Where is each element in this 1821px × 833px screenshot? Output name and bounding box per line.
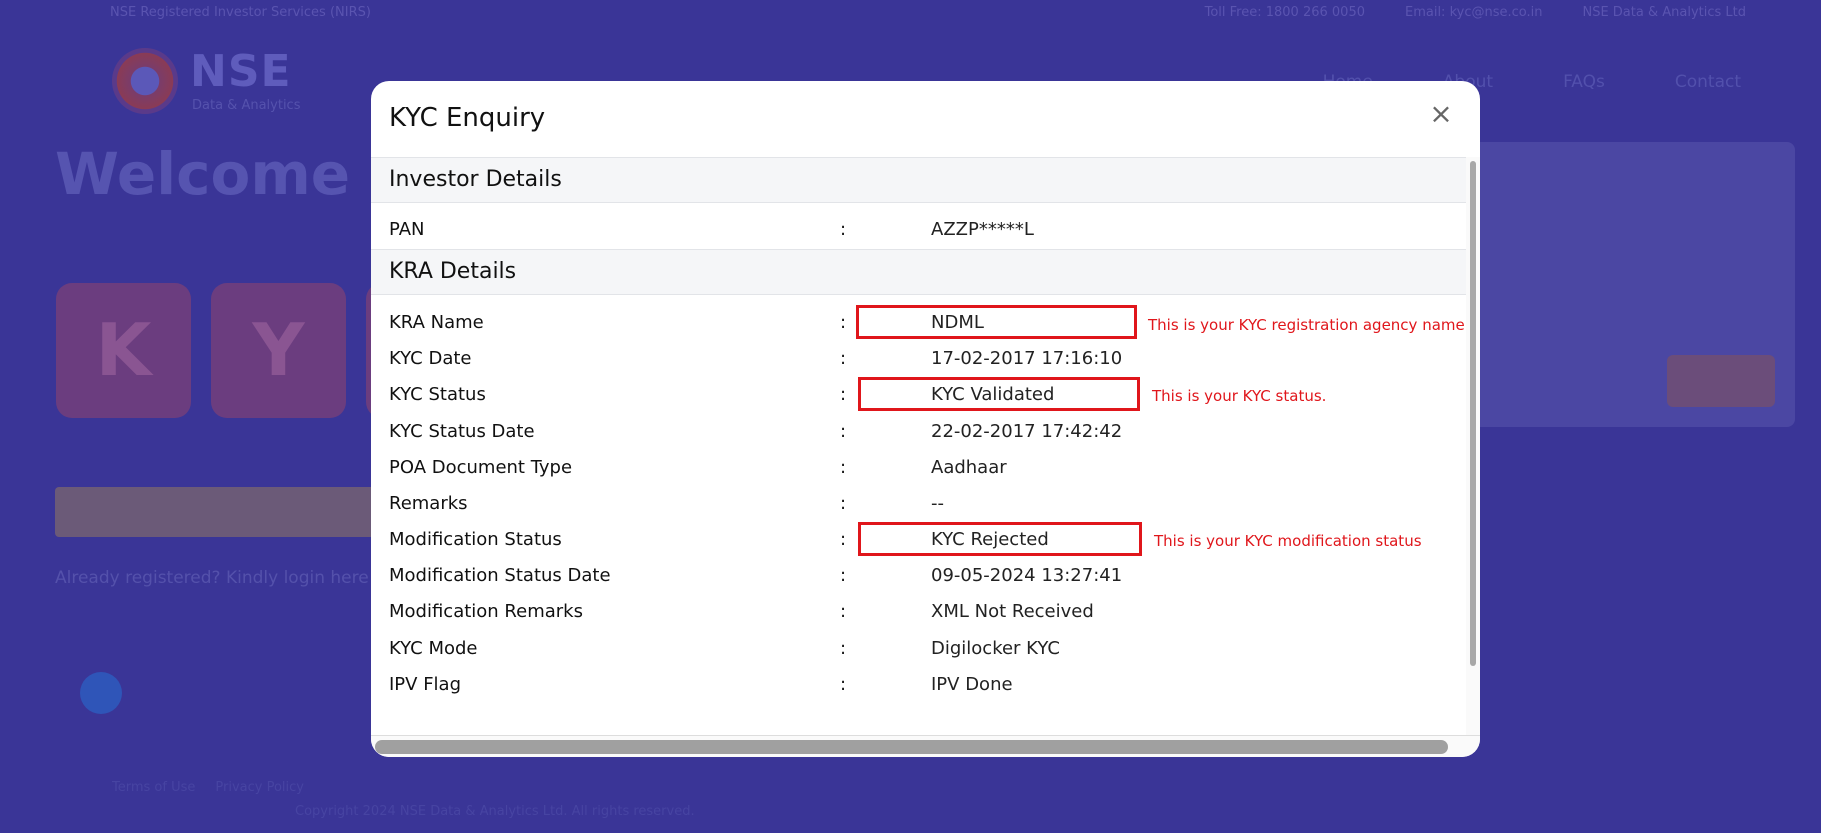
detail-row-modification-remarks: Modification Remarks : XML Not Received [371, 597, 1466, 627]
section-kra-details: KRA Details [371, 249, 1466, 295]
modal-header: KYC Enquiry × [371, 81, 1480, 157]
detail-label: IPV Flag [389, 674, 462, 695]
top-bar-item: Toll Free: 1800 266 0050 [1204, 5, 1365, 20]
footer-link-terms: Terms of Use [112, 780, 196, 795]
detail-separator: : [840, 674, 847, 695]
detail-row-kyc-status-date: KYC Status Date : 22-02-2017 17:42:42 [371, 417, 1466, 447]
search-button [1667, 355, 1775, 407]
highlight-box-kra-name [856, 305, 1137, 339]
footer-copyright: Copyright 2024 NSE Data & Analytics Ltd.… [295, 804, 695, 819]
detail-label: KYC Date [389, 348, 472, 369]
modal-body[interactable]: Investor Details PAN : AZZP*****L KRA De… [371, 157, 1466, 737]
detail-row-pan: PAN : AZZP*****L [371, 215, 1466, 245]
brand-name: NSE [190, 46, 292, 97]
note-modification-status: This is your KYC modification status [1154, 532, 1422, 550]
detail-label: PAN [389, 219, 425, 240]
detail-value: 17-02-2017 17:16:10 [931, 348, 1123, 369]
brand-subtitle: Data & Analytics [192, 98, 301, 113]
vertical-scrollbar-thumb[interactable] [1470, 161, 1476, 666]
detail-value: Aadhaar [931, 457, 1007, 478]
detail-label: KRA Name [389, 312, 484, 333]
detail-row-ipv-flag: IPV Flag : IPV Done [371, 670, 1466, 700]
note-kra-name: This is your KYC registration agency nam… [1148, 316, 1465, 334]
horizontal-scrollbar-thumb[interactable] [375, 740, 1448, 754]
detail-separator: : [840, 348, 847, 369]
footer-links: Terms of Use Privacy Policy [112, 780, 304, 795]
detail-row-poa-document-type: POA Document Type : Aadhaar [371, 453, 1466, 483]
nse-logo-icon [112, 48, 178, 114]
detail-separator: : [840, 565, 847, 586]
detail-value: 22-02-2017 17:42:42 [931, 421, 1123, 442]
detail-value: IPV Done [931, 674, 1013, 695]
detail-label: Modification Remarks [389, 601, 583, 622]
detail-separator: : [840, 638, 847, 659]
detail-row-kyc-date: KYC Date : 17-02-2017 17:16:10 [371, 344, 1466, 374]
highlight-box-modification-status [858, 522, 1142, 556]
top-bar-item: Email: kyc@nse.co.in [1404, 5, 1543, 20]
kyc-tile-y: Y [211, 283, 346, 418]
kyc-enquiry-modal: KYC Enquiry × Investor Details PAN : AZZ… [371, 81, 1480, 757]
already-registered-text: Already registered? Kindly login here [55, 568, 369, 588]
detail-value: XML Not Received [931, 601, 1094, 622]
detail-label: Modification Status Date [389, 565, 611, 586]
detail-value: 09-05-2024 13:27:41 [931, 565, 1123, 586]
detail-separator: : [840, 529, 847, 550]
detail-value: -- [931, 493, 944, 514]
detail-separator: : [840, 457, 847, 478]
detail-label: KYC Status [389, 384, 486, 405]
detail-separator: : [840, 219, 847, 240]
top-bar-item: NSE Data & Analytics Ltd [1582, 5, 1746, 20]
detail-value: AZZP*****L [931, 219, 1034, 240]
detail-label: Remarks [389, 493, 468, 514]
top-bar-left-text: NSE Registered Investor Services (NIRS) [110, 5, 371, 20]
section-investor-details: Investor Details [371, 157, 1466, 203]
top-bar-right-items: Toll Free: 1800 266 0050 Email: kyc@nse.… [1205, 5, 1746, 20]
register-banner [55, 487, 375, 537]
detail-separator: : [840, 421, 847, 442]
detail-separator: : [840, 384, 847, 405]
highlight-box-kyc-status [858, 377, 1140, 411]
detail-row-kyc-mode: KYC Mode : Digilocker KYC [371, 634, 1466, 664]
modal-title: KYC Enquiry [389, 103, 546, 133]
detail-separator: : [840, 312, 847, 333]
detail-label: POA Document Type [389, 457, 573, 478]
nav-item-contact: Contact [1674, 72, 1741, 92]
detail-separator: : [840, 493, 847, 514]
detail-label: KYC Status Date [389, 421, 535, 442]
detail-row-remarks: Remarks : -- [371, 489, 1466, 519]
top-info-bar: NSE Registered Investor Services (NIRS) … [0, 0, 1821, 28]
note-kyc-status: This is your KYC status. [1152, 387, 1327, 405]
detail-label: Modification Status [389, 529, 562, 550]
detail-row-modification-status-date: Modification Status Date : 09-05-2024 13… [371, 561, 1466, 591]
kyc-tile-k: K [56, 283, 191, 418]
detail-separator: : [840, 601, 847, 622]
search-card [1470, 142, 1795, 427]
detail-label: KYC Mode [389, 638, 478, 659]
close-icon[interactable]: × [1426, 99, 1456, 129]
nav-item-faqs: FAQs [1563, 72, 1605, 92]
footer-link-privacy: Privacy Policy [215, 780, 304, 795]
detail-value: Digilocker KYC [931, 638, 1060, 659]
chat-icon [80, 672, 122, 714]
